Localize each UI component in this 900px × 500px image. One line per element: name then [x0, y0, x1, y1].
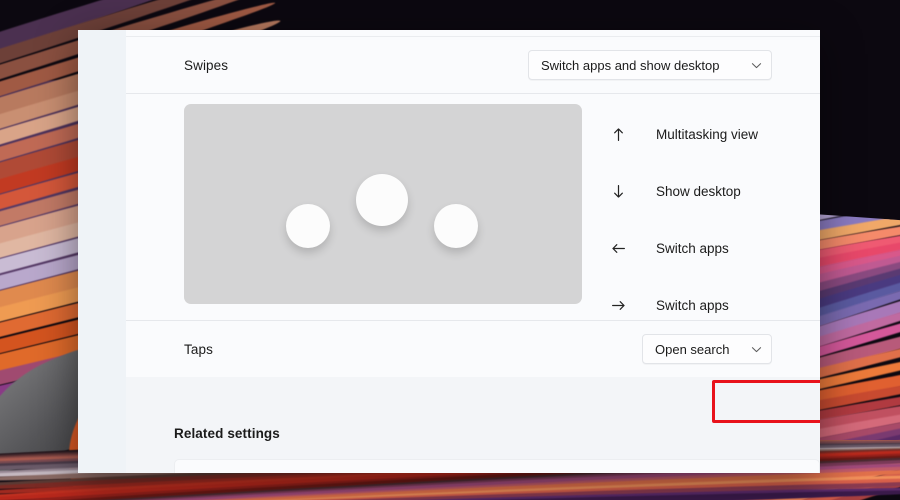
settings-nav-rail	[78, 30, 126, 473]
gesture-item: Switch apps	[610, 220, 820, 277]
taps-dropdown[interactable]: Open search	[642, 334, 772, 364]
swipes-row: Swipes Switch apps and show desktop	[126, 37, 820, 93]
related-settings-heading: Related settings	[174, 426, 280, 441]
finger-dot-middle	[356, 174, 408, 226]
chevron-down-icon	[751, 344, 762, 355]
touchpad-gestures-card: Swipes Switch apps and show desktop Mult…	[126, 37, 820, 377]
gesture-item: Show desktop	[610, 163, 820, 220]
swipes-gesture-area: Multitasking view Show desktop Switch apps…	[126, 94, 820, 320]
gesture-label: Switch apps	[656, 298, 729, 313]
three-finger-touchpad-illustration	[184, 104, 582, 304]
chevron-down-icon	[751, 60, 762, 71]
settings-window: Swipes Switch apps and show desktop Mult…	[78, 30, 820, 473]
arrow-down-icon	[610, 183, 636, 200]
taps-dropdown-value: Open search	[655, 341, 730, 357]
settings-content-pane: Swipes Switch apps and show desktop Mult…	[126, 30, 820, 473]
arrow-right-icon	[610, 297, 636, 314]
swipes-dropdown-value: Switch apps and show desktop	[541, 57, 720, 73]
related-settings-card	[174, 459, 820, 473]
gesture-item: Multitasking view	[610, 106, 820, 163]
swipes-dropdown[interactable]: Switch apps and show desktop	[528, 50, 772, 80]
gesture-list: Multitasking view Show desktop Switch apps…	[610, 106, 820, 334]
taps-label: Taps	[184, 341, 213, 357]
screen: Swipes Switch apps and show desktop Mult…	[0, 0, 900, 500]
gesture-label: Switch apps	[656, 241, 729, 256]
swipes-label: Swipes	[184, 57, 229, 73]
finger-dot-left	[286, 204, 330, 248]
gesture-label: Multitasking view	[656, 127, 759, 142]
arrow-left-icon	[610, 240, 636, 257]
taps-row: Taps Open search	[126, 321, 820, 377]
clipped-row-above	[126, 30, 820, 37]
finger-dot-right	[434, 204, 478, 248]
gesture-label: Show desktop	[656, 184, 741, 199]
arrow-up-icon	[610, 126, 636, 143]
